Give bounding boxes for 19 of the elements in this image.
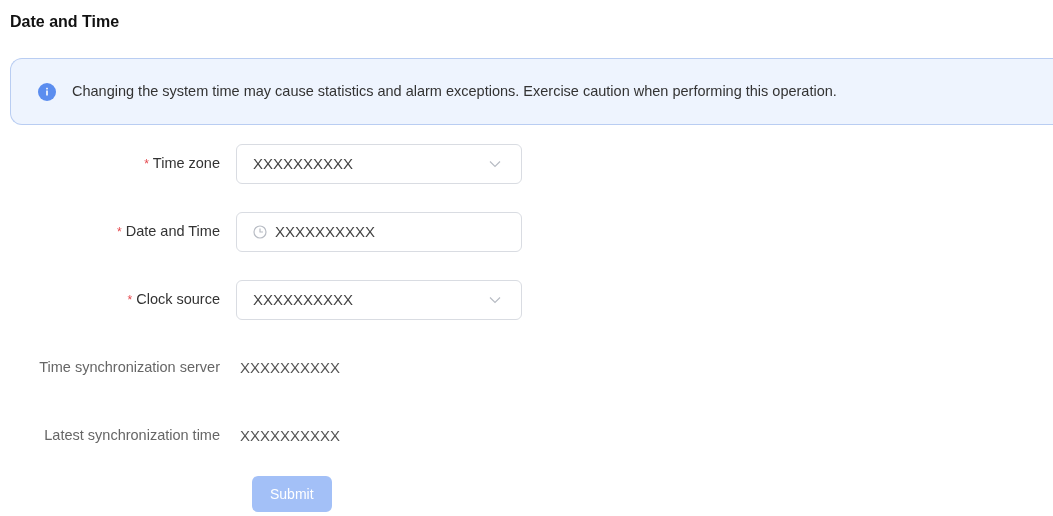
field-label: Clock source bbox=[136, 290, 220, 310]
required-mark: * bbox=[117, 224, 122, 241]
field-label: Time zone bbox=[152, 154, 220, 174]
page-title: Date and Time bbox=[10, 12, 120, 32]
chevron-down-icon bbox=[489, 160, 501, 168]
chevron-down-icon bbox=[489, 296, 501, 304]
info-icon bbox=[38, 82, 56, 101]
alert-message: Changing the system time may cause statistics and alarm exceptions. Exercise caution when performing this operation. bbox=[72, 81, 837, 101]
field-label: Time synchronization server bbox=[39, 358, 220, 378]
required-mark: * bbox=[144, 156, 149, 173]
required-mark: * bbox=[127, 292, 133, 309]
date-time-field[interactable]: XXXXXXXXXX bbox=[236, 212, 522, 252]
field-value: XXXXXXXXXX bbox=[239, 425, 341, 446]
field-label: Latest synchronization time bbox=[44, 426, 220, 446]
field-label: Date and Time bbox=[125, 222, 220, 242]
select-field[interactable]: XXXXXXXXXX bbox=[236, 280, 522, 320]
clock-icon bbox=[253, 225, 267, 239]
field-value: XXXXXXXXXX bbox=[239, 357, 341, 378]
select-field[interactable]: XXXXXXXXXX bbox=[236, 144, 522, 184]
